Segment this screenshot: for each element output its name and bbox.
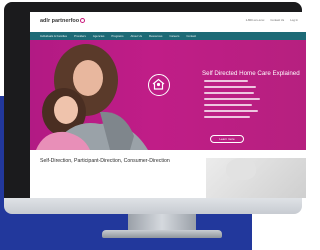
nav-item[interactable]: Individuals & Families: [40, 34, 67, 38]
utility-links: 1-800-xxx-xxxx Contact Us Log In: [246, 18, 298, 22]
nav-item[interactable]: Providers: [74, 34, 86, 38]
hero-bullet: [204, 116, 250, 118]
site-logo[interactable]: adlr partnerfoo: [40, 18, 86, 24]
hero-bullet-list: [204, 80, 260, 122]
hero-bullet: [204, 98, 260, 100]
nav-item[interactable]: Agencies: [93, 34, 105, 38]
hero-bullet: [204, 104, 252, 106]
content-photo: [206, 158, 306, 198]
nav-item[interactable]: Programs: [111, 34, 123, 38]
home-person-icon: [148, 74, 170, 96]
utility-link-contact[interactable]: Contact Us: [270, 18, 284, 22]
monitor-chin: [4, 198, 302, 214]
content-heading: Self-Direction, Participant-Direction, C…: [40, 158, 170, 164]
nav-item[interactable]: About Us: [131, 34, 143, 38]
hero-bullet: [204, 110, 258, 112]
nav-item[interactable]: Resources: [149, 34, 162, 38]
hero-banner: Self Directed Home Care Explained Learn …: [30, 40, 306, 150]
utility-link-login[interactable]: Log In: [290, 18, 298, 22]
main-navigation: Individuals & Families Providers Agencie…: [30, 32, 306, 40]
hero-bullet: [204, 86, 256, 88]
monitor-stand-base: [102, 230, 222, 238]
content-photo-subject: [226, 158, 256, 180]
nav-item[interactable]: Contact: [186, 34, 196, 38]
hero-bullet: [204, 80, 248, 82]
site-header: adlr partnerfoo 1-800-xxx-xxxx Contact U…: [30, 12, 306, 32]
hero-title: Self Directed Home Care Explained: [202, 70, 300, 77]
nav-item[interactable]: Careers: [169, 34, 179, 38]
hero-bullet: [204, 92, 254, 94]
monitor-screen: adlr partnerfoo 1-800-xxx-xxxx Contact U…: [30, 12, 306, 198]
utility-link-phone[interactable]: 1-800-xxx-xxxx: [246, 18, 265, 22]
learn-more-button[interactable]: Learn more: [210, 135, 244, 143]
logo-icon: [80, 18, 86, 24]
